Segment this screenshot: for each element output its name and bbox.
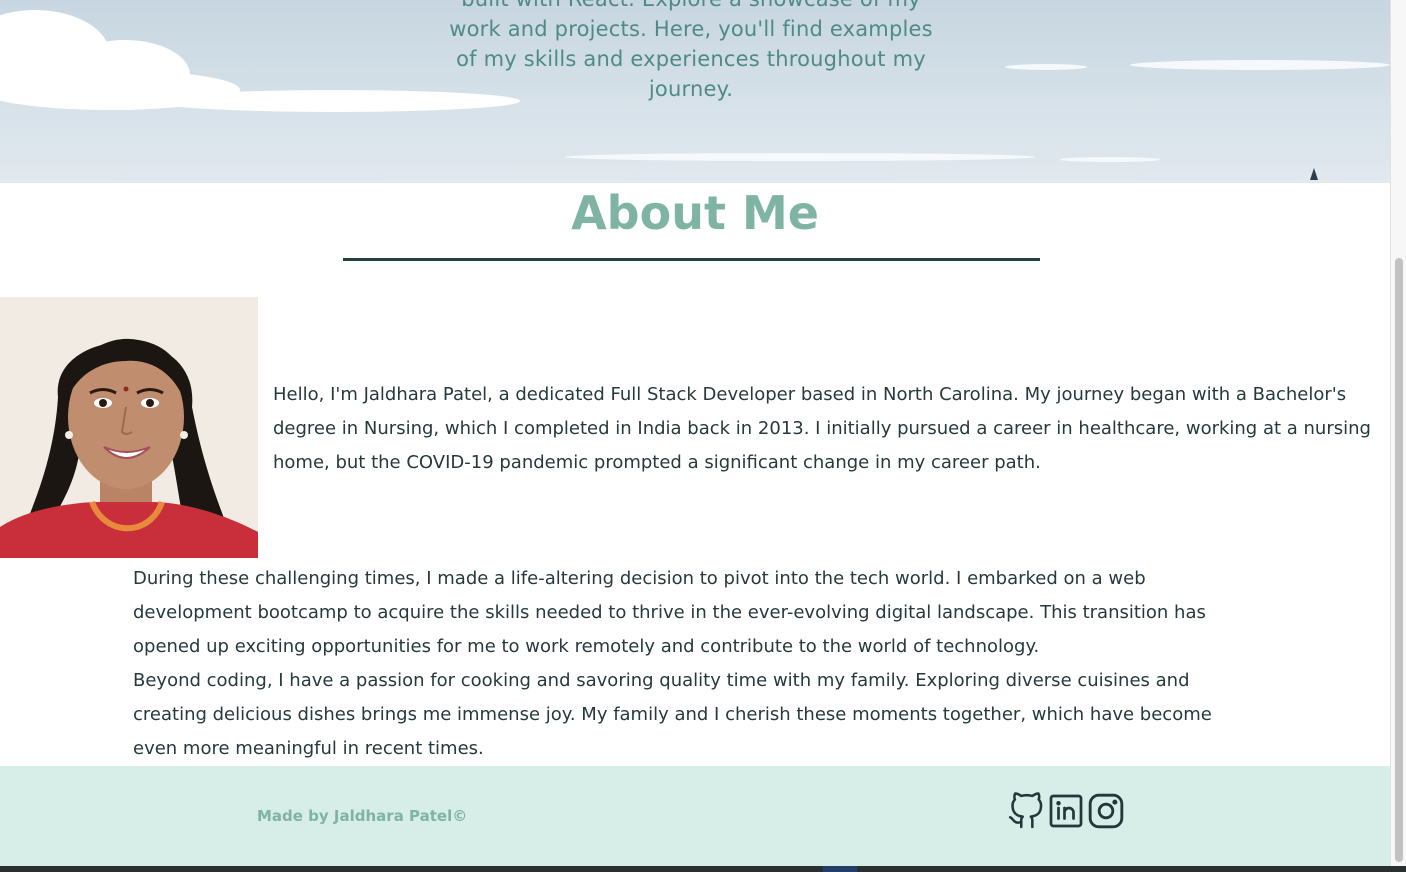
github-link[interactable] [1007, 792, 1045, 830]
linkedin-icon [1048, 792, 1086, 830]
site-footer: Made by Jaldhara Patel© [0, 766, 1390, 866]
cloud-streak [1130, 60, 1390, 70]
cloud-streak [1060, 157, 1160, 162]
about-heading: About Me [571, 186, 819, 240]
cloud-streak [565, 153, 1035, 161]
github-icon [1007, 792, 1045, 830]
instagram-icon [1087, 792, 1125, 830]
instagram-link[interactable] [1087, 792, 1125, 830]
about-paragraph: During these challenging times, I made a… [133, 568, 1206, 657]
page: built with React. Explore a showcase of … [0, 0, 1390, 866]
vertical-scrollbar[interactable] [1390, 0, 1406, 866]
cloud-streak [1005, 64, 1087, 70]
about-paragraph: Beyond coding, I have a passion for cook… [133, 670, 1212, 759]
window-bottom-edge [0, 866, 1406, 872]
linkedin-link[interactable] [1048, 792, 1086, 830]
hero-banner: built with React. Explore a showcase of … [0, 0, 1390, 183]
scrollbar-thumb[interactable] [1395, 258, 1403, 862]
taskbar-fragment [823, 866, 857, 872]
footer-credit: Made by Jaldhara Patel© [257, 807, 468, 825]
profile-photo [0, 297, 258, 558]
hero-intro-text: built with React. Explore a showcase of … [449, 0, 933, 101]
heading-underline [343, 258, 1040, 261]
about-paragraph: Hello, I'm Jaldhara Patel, a dedicated F… [273, 384, 1371, 473]
sailboat-decoration [1310, 168, 1318, 180]
